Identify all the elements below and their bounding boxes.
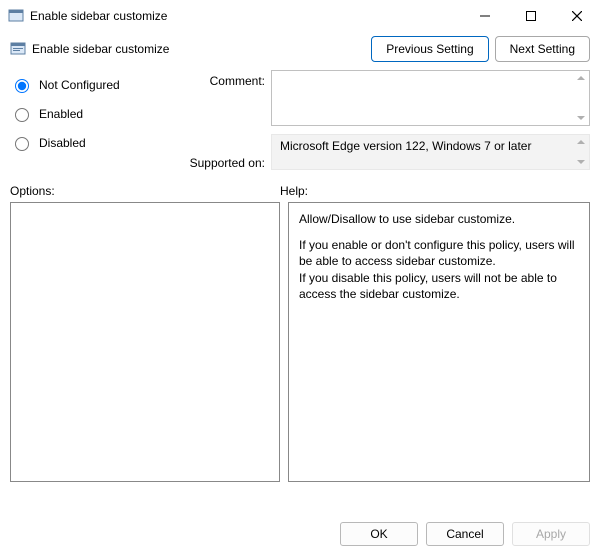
help-text-p3: If you disable this policy, users will n… xyxy=(299,270,579,302)
app-icon xyxy=(8,8,24,24)
comment-label: Comment: xyxy=(170,70,265,88)
policy-title: Enable sidebar customize xyxy=(32,42,365,56)
panel-labels: Options: Help: xyxy=(0,170,600,202)
radio-disabled-label: Disabled xyxy=(39,136,86,150)
scroll-up-icon[interactable] xyxy=(576,73,586,83)
apply-button[interactable]: Apply xyxy=(512,522,590,546)
radio-enabled-input[interactable] xyxy=(15,108,29,122)
options-label: Options: xyxy=(10,184,280,198)
comment-textarea[interactable] xyxy=(271,70,590,126)
radio-disabled-input[interactable] xyxy=(15,137,29,151)
panels: Allow/Disallow to use sidebar customize.… xyxy=(0,202,600,482)
state-radio-group: Not Configured Enabled Disabled xyxy=(10,70,160,170)
radio-disabled[interactable]: Disabled xyxy=(10,134,160,151)
scroll-up-icon[interactable] xyxy=(576,137,586,147)
footer: OK Cancel Apply xyxy=(340,522,590,546)
policy-icon xyxy=(10,41,26,57)
previous-setting-button[interactable]: Previous Setting xyxy=(371,36,488,62)
supported-on-value: Microsoft Edge version 122, Windows 7 or… xyxy=(280,139,531,153)
header: Enable sidebar customize Previous Settin… xyxy=(0,32,600,70)
ok-button[interactable]: OK xyxy=(340,522,418,546)
help-panel: Allow/Disallow to use sidebar customize.… xyxy=(288,202,590,482)
cancel-button[interactable]: Cancel xyxy=(426,522,504,546)
maximize-button[interactable] xyxy=(508,0,554,32)
radio-enabled[interactable]: Enabled xyxy=(10,105,160,122)
close-button[interactable] xyxy=(554,0,600,32)
minimize-button[interactable] xyxy=(462,0,508,32)
window-title: Enable sidebar customize xyxy=(30,9,462,23)
next-setting-button[interactable]: Next Setting xyxy=(495,36,590,62)
radio-not-configured-label: Not Configured xyxy=(39,78,120,92)
window-controls xyxy=(462,0,600,32)
radio-not-configured-input[interactable] xyxy=(15,79,29,93)
title-bar: Enable sidebar customize xyxy=(0,0,600,32)
scroll-down-icon[interactable] xyxy=(576,157,586,167)
help-text-p2: If you enable or don't configure this po… xyxy=(299,237,579,269)
help-text-p1: Allow/Disallow to use sidebar customize. xyxy=(299,211,579,227)
radio-not-configured[interactable]: Not Configured xyxy=(10,76,160,93)
config-area: Not Configured Enabled Disabled Comment:… xyxy=(0,70,600,170)
options-panel xyxy=(10,202,280,482)
radio-enabled-label: Enabled xyxy=(39,107,83,121)
scroll-down-icon[interactable] xyxy=(576,113,586,123)
supported-on-label: Supported on: xyxy=(170,152,265,170)
help-label: Help: xyxy=(280,184,590,198)
supported-on-field: Microsoft Edge version 122, Windows 7 or… xyxy=(271,134,590,170)
